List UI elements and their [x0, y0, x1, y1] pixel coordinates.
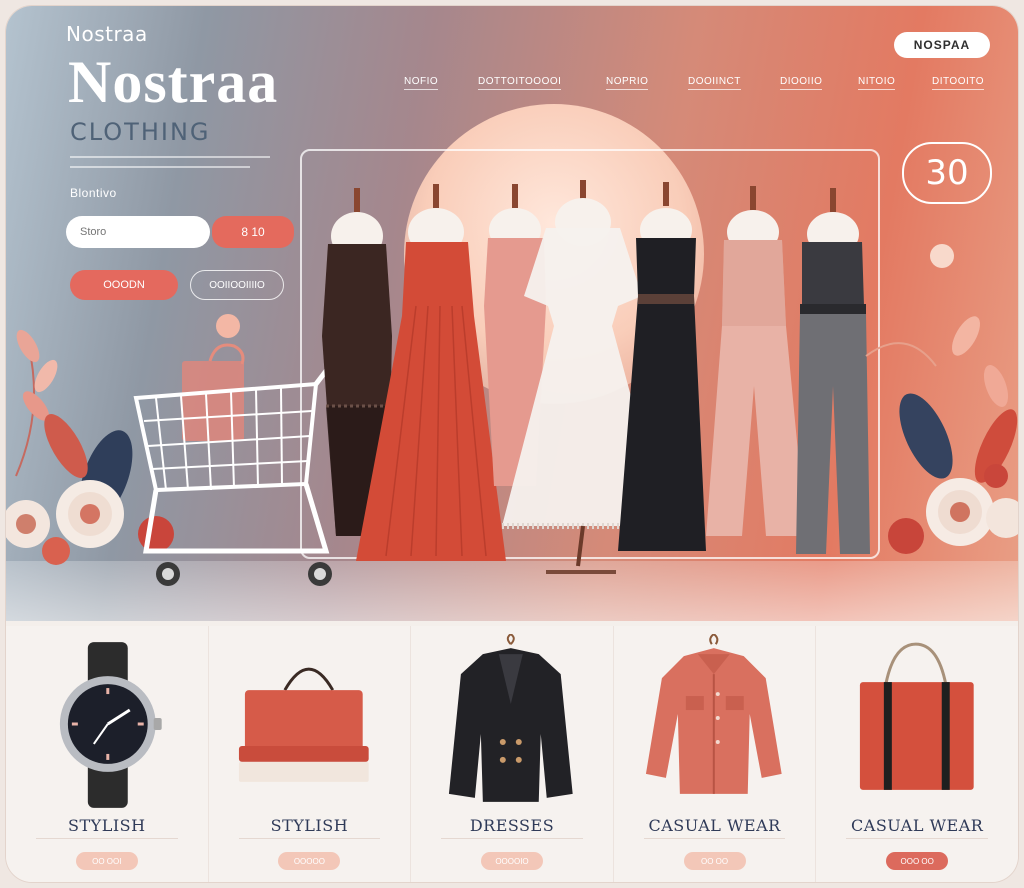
- shirt-icon: [645, 634, 782, 794]
- right-flowers-decoration: [865, 244, 1018, 554]
- mannequin-black-midi-dress: [618, 182, 706, 551]
- mannequin-grey-trouser-outfit: [796, 188, 870, 554]
- search-input[interactable]: [66, 216, 210, 248]
- nav-item-5[interactable]: DIOOIIO: [780, 76, 823, 90]
- category-label: CASUAL WEAR: [648, 816, 781, 835]
- category-label: STYLISH: [68, 816, 146, 835]
- mannequin-sequin-jumpsuit: [706, 186, 806, 536]
- handbag-icon: [238, 667, 369, 782]
- category-shop-button[interactable]: OO OOI: [75, 852, 138, 870]
- brand-subtitle: CLOTHING: [70, 118, 211, 146]
- category-label: DRESSES: [469, 816, 555, 835]
- category-card[interactable]: STYLISH OOOOO: [209, 626, 412, 882]
- search-button[interactable]: 8 10: [212, 216, 294, 248]
- nav-item-3[interactable]: NOPRIO: [606, 76, 649, 90]
- category-shop-button[interactable]: OOOOIO: [480, 852, 543, 870]
- hero-banner: Nostraa Nostraa CLOTHING Blontivo 8 10 O…: [6, 6, 1018, 621]
- mannequin-lineup: [322, 180, 870, 574]
- brand-logo-title[interactable]: Nostraa: [68, 48, 278, 117]
- tote-bag-icon: [860, 642, 975, 790]
- category-divider: [238, 838, 381, 839]
- nav-item-2[interactable]: DOTTOITOOOOI: [478, 76, 562, 90]
- category-shop-button[interactable]: OOOOO: [278, 852, 341, 870]
- category-label: CASUAL WEAR: [851, 816, 984, 835]
- section-label: Blontivo: [70, 186, 117, 200]
- nav-item-6[interactable]: NITOIO: [858, 76, 896, 90]
- blazer-icon: [449, 634, 573, 802]
- category-divider: [441, 838, 583, 839]
- brand-wordmark-small[interactable]: Nostraa: [66, 22, 148, 46]
- category-divider: [846, 838, 988, 839]
- category-divider: [643, 838, 786, 839]
- category-card[interactable]: CASUAL WEAR OO OO: [614, 626, 817, 882]
- category-label: STYLISH: [270, 816, 349, 835]
- promo-badge: 30: [902, 142, 992, 204]
- top-navigation: NOFIO DOTTOITOOOOI NOPRIO DOOIINCT DIOOI…: [396, 76, 996, 94]
- category-card[interactable]: DRESSES OOOOIO: [411, 626, 614, 882]
- category-divider: [36, 838, 178, 839]
- nav-item-7[interactable]: DITOOITO: [932, 76, 984, 90]
- nav-item-4[interactable]: DOOIINCT: [688, 76, 741, 90]
- category-shop-button[interactable]: OO OO: [683, 852, 746, 870]
- view-collection-button[interactable]: OOIIOOIIIIO: [190, 270, 284, 300]
- watch-icon: [59, 642, 162, 808]
- category-shop-button[interactable]: OOO OO: [886, 852, 949, 870]
- brand-pill-button[interactable]: NOSPAA: [894, 32, 990, 58]
- hero-text-line: [70, 156, 270, 158]
- category-card[interactable]: STYLISH OO OOI: [6, 626, 209, 882]
- category-card[interactable]: CASUAL WEAR OOO OO: [816, 626, 1018, 882]
- shop-now-button[interactable]: OOODN: [70, 270, 178, 300]
- category-strip: STYLISH OO OOI STYLISH OOOOO DRESSES OOO…: [6, 626, 1018, 882]
- nav-item-1[interactable]: NOFIO: [404, 76, 439, 90]
- hero-text-line: [70, 166, 250, 168]
- page-frame: Nostraa Nostraa CLOTHING Blontivo 8 10 O…: [6, 6, 1018, 882]
